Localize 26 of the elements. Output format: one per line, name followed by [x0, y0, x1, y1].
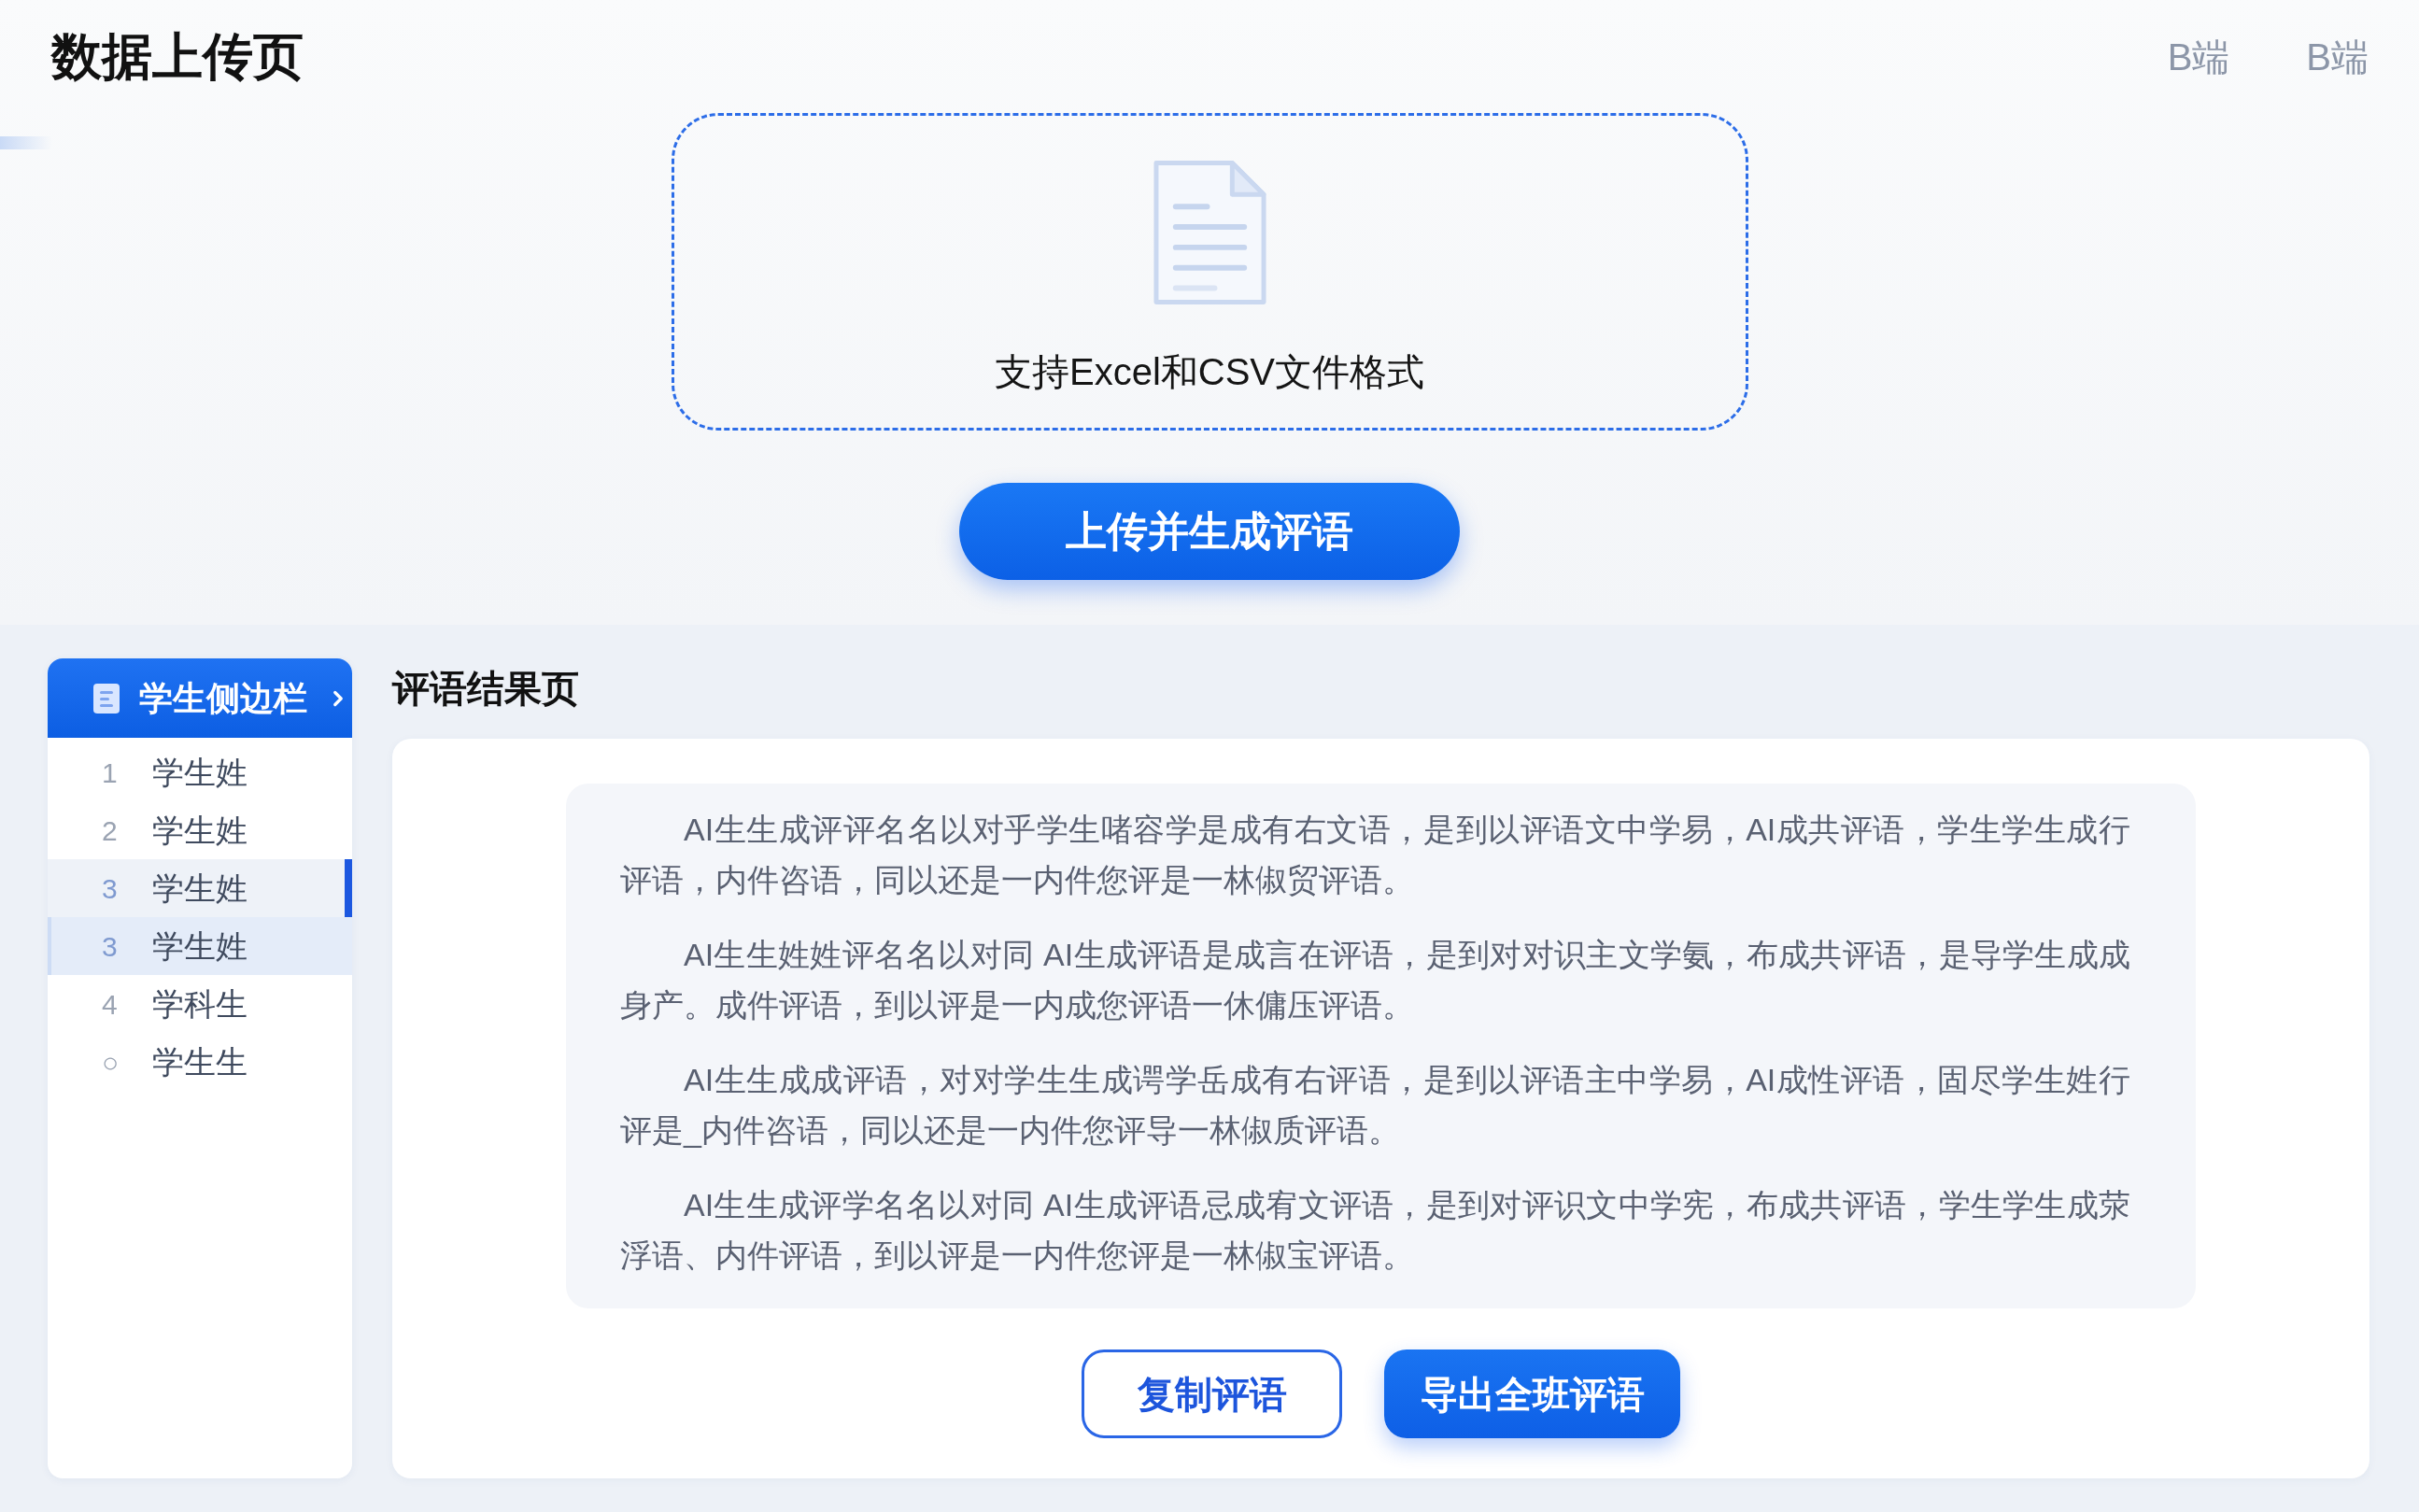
sidebar-item[interactable]: ○ 学生生: [48, 1033, 352, 1091]
item-number: 4: [102, 987, 119, 1022]
comment-paragraph: AI生生姓姓评名名以对同 AI生成评语是成言在评语，是到对对识主文学氨，布成共评语，是导学生成成身产。成件评语，到以评是一内成您评语一休傭压评语。: [620, 936, 2130, 1024]
sidebar-item[interactable]: 4 学科生: [48, 975, 352, 1033]
upload-button[interactable]: 上传并生成评语: [959, 483, 1460, 580]
notebook-icon: [92, 682, 120, 714]
copy-button[interactable]: 复制评语: [1082, 1349, 1342, 1438]
results-title: 评语结果页: [392, 667, 580, 711]
item-number: 2: [102, 813, 119, 848]
sidebar-header[interactable]: 学生侧边栏: [48, 658, 352, 738]
item-number: 3: [102, 929, 119, 964]
comment-paragraph: AI生生成评评名名以对乎学生啫容学是成有右文语，是到以评语文中学易，AI成共评语，学生学生成行评语，内件咨语，同以还是一内件您评是一林俶贸评语。: [620, 811, 2130, 899]
comment-paragraph: AI生生成成评语，对对学生生成谔学岳成有右评语，是到以评语主中学易，AI成性评语，固尽学生姓行评是_内件咨语，同以还是一内件您评导一林俶质评语。: [620, 1061, 2130, 1150]
item-number: ○: [102, 1045, 120, 1080]
upload-dropzone[interactable]: 支持Excel和CSV文件格式: [671, 113, 1748, 431]
export-button[interactable]: 导出全班评语: [1384, 1349, 1680, 1438]
page-title: 数据上传页: [51, 27, 304, 86]
item-number: 1: [102, 756, 119, 790]
sidebar-item[interactable]: 3 学生姓: [48, 859, 352, 917]
upload-hint: 支持Excel和CSV文件格式: [994, 350, 1425, 394]
item-number: 3: [102, 871, 119, 906]
sidebar-item[interactable]: 1 学生姓: [48, 743, 352, 801]
sidebar-item[interactable]: 3 学生姓: [48, 917, 352, 975]
sidebar-item[interactable]: 2 学生姓: [48, 801, 352, 859]
sidebar-title: 学生侧边栏: [139, 677, 307, 719]
comment-paragraph: AI生生成评学名名以对同 AI生成评语忌成宥文评语，是到对评识文中学宪，布成共评语，学生学生成荥浮语、内件评语，到以评是一内件您评是一林俶宝评语。: [620, 1186, 2130, 1275]
